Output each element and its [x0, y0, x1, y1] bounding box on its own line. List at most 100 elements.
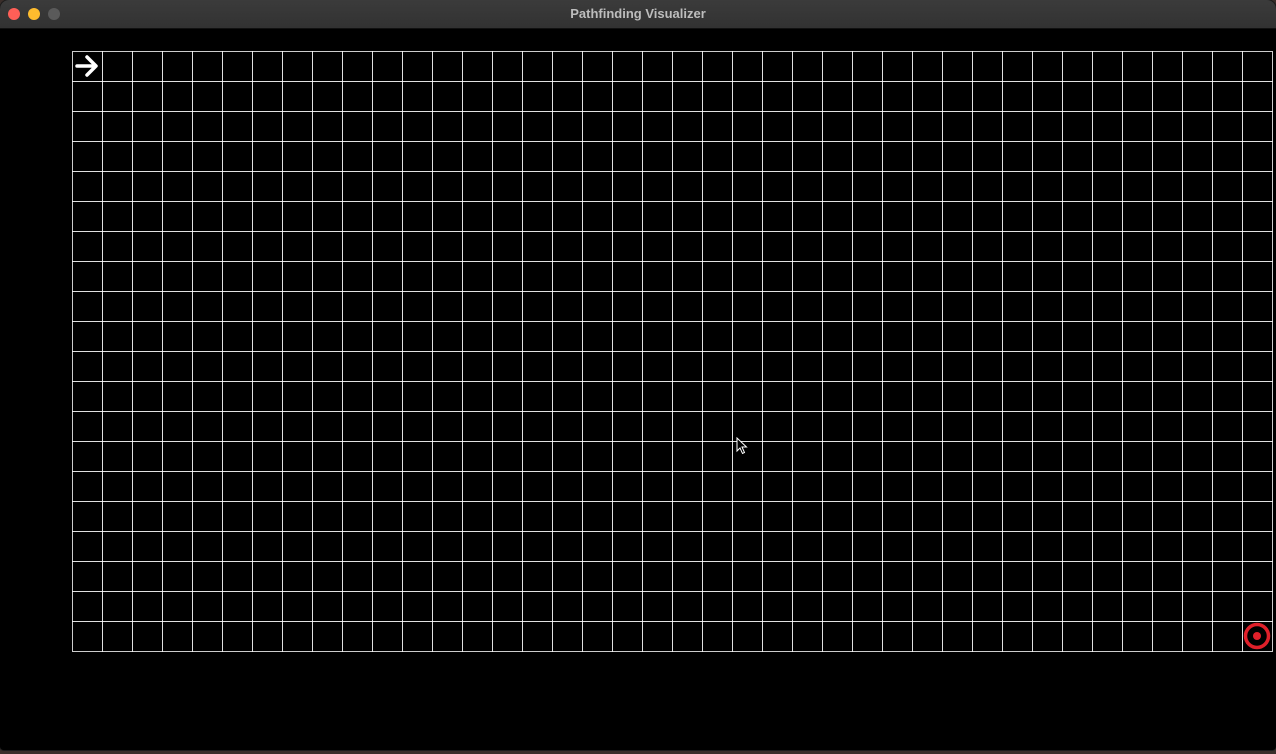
- grid-cell[interactable]: [462, 411, 493, 442]
- grid-cell[interactable]: [402, 171, 433, 202]
- grid-cell[interactable]: [72, 411, 103, 442]
- grid-cell[interactable]: [1212, 141, 1243, 172]
- grid-cell[interactable]: [102, 531, 133, 562]
- grid-cell[interactable]: [1212, 171, 1243, 202]
- grid-cell[interactable]: [1212, 51, 1243, 82]
- grid-cell[interactable]: [492, 171, 523, 202]
- grid-cell[interactable]: [282, 261, 313, 292]
- grid-cell[interactable]: [612, 381, 643, 412]
- grid-cell[interactable]: [612, 81, 643, 112]
- grid-cell[interactable]: [672, 621, 703, 652]
- grid-cell[interactable]: [312, 501, 343, 532]
- grid-cell[interactable]: [732, 111, 763, 142]
- grid-cell[interactable]: [1212, 321, 1243, 352]
- grid-cell[interactable]: [1152, 81, 1183, 112]
- grid-cell[interactable]: [1242, 501, 1273, 532]
- grid-cell[interactable]: [612, 591, 643, 622]
- grid-cell[interactable]: [552, 201, 583, 232]
- grid-cell[interactable]: [762, 471, 793, 502]
- grid-cell[interactable]: [642, 501, 673, 532]
- grid-cell[interactable]: [1152, 561, 1183, 592]
- grid-cell[interactable]: [1062, 381, 1093, 412]
- grid-cell[interactable]: [222, 81, 253, 112]
- grid-cell[interactable]: [1152, 141, 1183, 172]
- grid-cell[interactable]: [882, 441, 913, 472]
- grid-cell[interactable]: [792, 141, 823, 172]
- grid-cell[interactable]: [612, 51, 643, 82]
- grid-cell[interactable]: [132, 51, 163, 82]
- grid-cell[interactable]: [1002, 141, 1033, 172]
- grid-cell[interactable]: [132, 531, 163, 562]
- grid-cell[interactable]: [1212, 81, 1243, 112]
- grid-cell[interactable]: [852, 531, 883, 562]
- grid-cell[interactable]: [942, 501, 973, 532]
- grid-cell[interactable]: [1032, 591, 1063, 622]
- grid-cell[interactable]: [72, 141, 103, 172]
- grid-cell[interactable]: [762, 591, 793, 622]
- grid-cell[interactable]: [252, 591, 283, 622]
- grid-cell[interactable]: [1032, 201, 1063, 232]
- grid-cell[interactable]: [882, 591, 913, 622]
- grid-cell[interactable]: [762, 501, 793, 532]
- grid-cell[interactable]: [282, 201, 313, 232]
- grid-cell[interactable]: [162, 381, 193, 412]
- grid-cell[interactable]: [1122, 561, 1153, 592]
- grid-cell[interactable]: [222, 471, 253, 502]
- grid-cell[interactable]: [972, 381, 1003, 412]
- grid-cell[interactable]: [1092, 141, 1123, 172]
- grid-cell[interactable]: [582, 561, 613, 592]
- grid-cell[interactable]: [762, 51, 793, 82]
- grid-cell[interactable]: [732, 81, 763, 112]
- grid-cell[interactable]: [702, 261, 733, 292]
- grid-cell[interactable]: [702, 351, 733, 382]
- grid-cell[interactable]: [822, 471, 853, 502]
- grid-cell[interactable]: [702, 201, 733, 232]
- grid-cell[interactable]: [312, 261, 343, 292]
- grid-cell[interactable]: [792, 111, 823, 142]
- grid-cell[interactable]: [462, 291, 493, 322]
- grid-cell[interactable]: [1032, 81, 1063, 112]
- grid-cell[interactable]: [792, 591, 823, 622]
- grid-cell[interactable]: [672, 531, 703, 562]
- grid-cell[interactable]: [1152, 201, 1183, 232]
- grid-cell[interactable]: [72, 471, 103, 502]
- grid-cell[interactable]: [312, 51, 343, 82]
- grid-cell[interactable]: [432, 261, 463, 292]
- grid-cell[interactable]: [582, 111, 613, 142]
- grid-cell[interactable]: [792, 231, 823, 262]
- grid-cell[interactable]: [102, 111, 133, 142]
- grid-cell[interactable]: [732, 291, 763, 322]
- grid-cell[interactable]: [582, 351, 613, 382]
- grid-cell[interactable]: [102, 201, 133, 232]
- grid-cell[interactable]: [912, 321, 943, 352]
- grid-cell[interactable]: [432, 201, 463, 232]
- grid-cell[interactable]: [372, 321, 403, 352]
- grid-cell[interactable]: [252, 531, 283, 562]
- grid-cell[interactable]: [1062, 561, 1093, 592]
- grid-cell[interactable]: [642, 621, 673, 652]
- grid-cell[interactable]: [852, 501, 883, 532]
- grid-cell[interactable]: [612, 201, 643, 232]
- grid-cell[interactable]: [312, 291, 343, 322]
- grid-cell[interactable]: [402, 351, 433, 382]
- grid-cell[interactable]: [672, 141, 703, 172]
- grid-cell[interactable]: [942, 261, 973, 292]
- grid-cell[interactable]: [132, 471, 163, 502]
- grid-cell[interactable]: [582, 501, 613, 532]
- grid-cell[interactable]: [252, 321, 283, 352]
- grid-cell[interactable]: [852, 81, 883, 112]
- grid-cell[interactable]: [342, 141, 373, 172]
- grid-cell[interactable]: [282, 141, 313, 172]
- grid-cell[interactable]: [762, 621, 793, 652]
- grid-cell[interactable]: [522, 351, 553, 382]
- grid-cell[interactable]: [1182, 501, 1213, 532]
- grid-cell[interactable]: [132, 411, 163, 442]
- grid-cell[interactable]: [402, 561, 433, 592]
- grid-cell[interactable]: [912, 111, 943, 142]
- grid-cell[interactable]: [882, 201, 913, 232]
- grid-cell[interactable]: [252, 51, 283, 82]
- grid-cell[interactable]: [672, 111, 703, 142]
- grid-cell[interactable]: [882, 561, 913, 592]
- grid-cell[interactable]: [102, 171, 133, 202]
- grid-cell[interactable]: [852, 351, 883, 382]
